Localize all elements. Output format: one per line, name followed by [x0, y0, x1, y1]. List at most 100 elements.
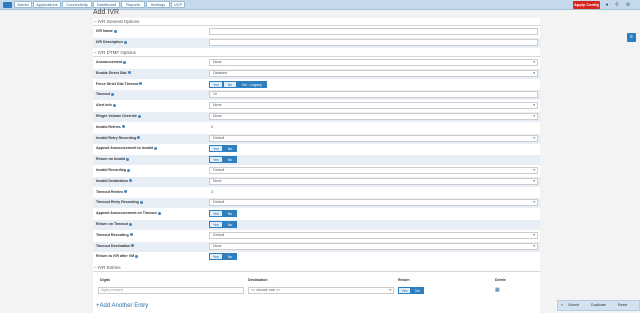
help-icon[interactable] [135, 254, 139, 258]
help-icon[interactable] [137, 136, 141, 140]
nav-ucp[interactable]: UCP [171, 1, 185, 8]
toggle-option-button[interactable]: No [223, 221, 237, 228]
field-label-text: Return on Invalid [96, 157, 126, 162]
dtmf-row: Return on Invalid Yes No [93, 155, 540, 166]
select-field[interactable]: Default ▾ [209, 199, 538, 207]
nav-admin[interactable]: Admin [14, 1, 32, 8]
toggle-option-button[interactable]: No [223, 210, 237, 218]
search-icon[interactable]: ⚲ [614, 2, 620, 8]
field-label-text: Invalid Retries [96, 124, 121, 129]
help-icon[interactable] [126, 157, 130, 161]
freepbx-logo-icon[interactable] [3, 2, 12, 8]
help-icon[interactable] [123, 40, 127, 44]
settings-gear-icon[interactable]: ⚙ [625, 2, 631, 8]
help-icon[interactable] [127, 168, 131, 172]
nav-applications[interactable]: Applications [33, 1, 61, 8]
dtmf-row: Append Announcement on Timeout Yes No [93, 209, 540, 219]
select-field[interactable]: Default ▾ [209, 231, 538, 239]
text-input[interactable] [209, 28, 538, 35]
help-icon[interactable] [124, 190, 128, 194]
select-field[interactable]: None ▾ [209, 102, 538, 110]
dtmf-row: Enable Direct Dial Disabled ▾ [93, 68, 540, 79]
submit-button[interactable]: Submit [568, 303, 579, 307]
help-icon[interactable] [154, 146, 158, 150]
toggle-option-button[interactable]: Yes [209, 210, 223, 218]
select-field[interactable]: None ▾ [209, 59, 538, 66]
header-destination: Destination [248, 278, 268, 282]
duplicate-button[interactable]: Duplicate [591, 303, 606, 307]
trash-icon[interactable]: ▦ [495, 287, 500, 293]
field-label-text: Alert Info [96, 103, 112, 108]
section-dtmf-title: IVR DTMF Options [97, 50, 136, 55]
toggle-option-button[interactable]: No [223, 156, 237, 164]
select-field[interactable]: None ▾ [209, 242, 538, 250]
general-row: IVR Name [93, 27, 540, 37]
toggle-option-button[interactable]: No [223, 253, 237, 261]
user-icon[interactable]: ● [604, 2, 610, 8]
help-icon[interactable] [121, 125, 125, 129]
radio-toggle-group: Yes No [209, 253, 237, 261]
help-icon[interactable] [131, 244, 135, 248]
help-icon[interactable] [113, 29, 117, 33]
field-label-text: Invalid Destination [96, 178, 128, 183]
collapse-arrow-icon[interactable]: » [561, 303, 563, 307]
text-input[interactable] [209, 39, 538, 46]
help-icon[interactable] [123, 60, 127, 64]
return-no-button[interactable]: No [411, 287, 424, 294]
help-icon[interactable] [112, 103, 116, 107]
field-label: Force Strict Dial Timeout [96, 82, 143, 86]
header-return: Return [398, 278, 410, 282]
toggle-option-button[interactable]: Yes [209, 145, 223, 153]
digits-input[interactable]: digits pressed [98, 287, 244, 294]
select-value: Default [213, 232, 225, 237]
help-icon[interactable] [139, 82, 143, 86]
help-icon[interactable] [157, 211, 161, 215]
help-icon[interactable] [129, 233, 133, 237]
toggle-option-button[interactable]: No [223, 80, 237, 88]
chevron-down-icon: ▾ [533, 70, 535, 75]
section-entries-header[interactable]: − IVR Entries [94, 265, 121, 270]
section-dtmf-header[interactable]: − IVR DTMF Options [94, 50, 136, 55]
nav-settings[interactable]: Settings [146, 1, 170, 8]
destination-select[interactable]: == choose one == ▾ [248, 287, 394, 294]
select-field[interactable]: Disabled ▾ [209, 69, 538, 77]
add-entry-link[interactable]: +Add Another Entry [96, 303, 148, 309]
help-icon[interactable] [110, 92, 114, 96]
nav-dashboard[interactable]: Dashboard [93, 1, 120, 8]
select-field[interactable]: None ▾ [209, 113, 538, 120]
toggle-option-button[interactable]: Yes [209, 80, 223, 88]
toggle-option-button[interactable]: Yes [209, 253, 223, 261]
help-icon[interactable] [127, 71, 131, 75]
select-field[interactable]: Default ▾ [209, 134, 538, 142]
field-label: Invalid Destination [96, 179, 132, 183]
field-label-text: Timeout Retries [96, 189, 124, 194]
toggle-option-button[interactable]: No [223, 145, 237, 153]
return-yes-button[interactable]: Yes [398, 287, 411, 294]
help-icon[interactable] [139, 200, 143, 204]
number-input[interactable]: 3 [211, 190, 213, 194]
dtmf-row: Alert Info None ▾ [93, 101, 540, 111]
nav-reports[interactable]: Reports [121, 1, 145, 8]
radio-toggle-group: Yes No [209, 221, 237, 228]
select-field[interactable]: Default ▾ [209, 167, 538, 174]
divider [93, 25, 540, 26]
toggle-option-button[interactable]: Yes [209, 156, 223, 164]
chevron-down-icon: ▾ [533, 168, 535, 172]
help-icon[interactable] [128, 222, 132, 226]
apply-config-button[interactable]: Apply Config [573, 1, 600, 9]
help-icon[interactable] [137, 114, 141, 118]
list-toggle-icon[interactable]: ≡ [627, 33, 636, 42]
nav-connectivity[interactable]: Connectivity [62, 1, 92, 8]
number-input[interactable]: 3 [211, 125, 213, 129]
reset-button[interactable]: Reset [618, 303, 627, 307]
select-field[interactable]: None ▾ [209, 177, 538, 185]
text-input[interactable]: 10 [209, 91, 538, 99]
help-icon[interactable] [128, 179, 132, 183]
toggle-option-button[interactable]: No - Legacy [237, 80, 267, 88]
select-value: Default [213, 135, 225, 140]
header-digits: Digits [100, 278, 110, 282]
field-label: Append Announcement on Timeout [96, 211, 161, 215]
toggle-option-button[interactable]: Yes [209, 221, 223, 228]
section-general-header[interactable]: − IVR General Options [94, 19, 139, 24]
radio-toggle-group: Yes No [209, 145, 237, 153]
